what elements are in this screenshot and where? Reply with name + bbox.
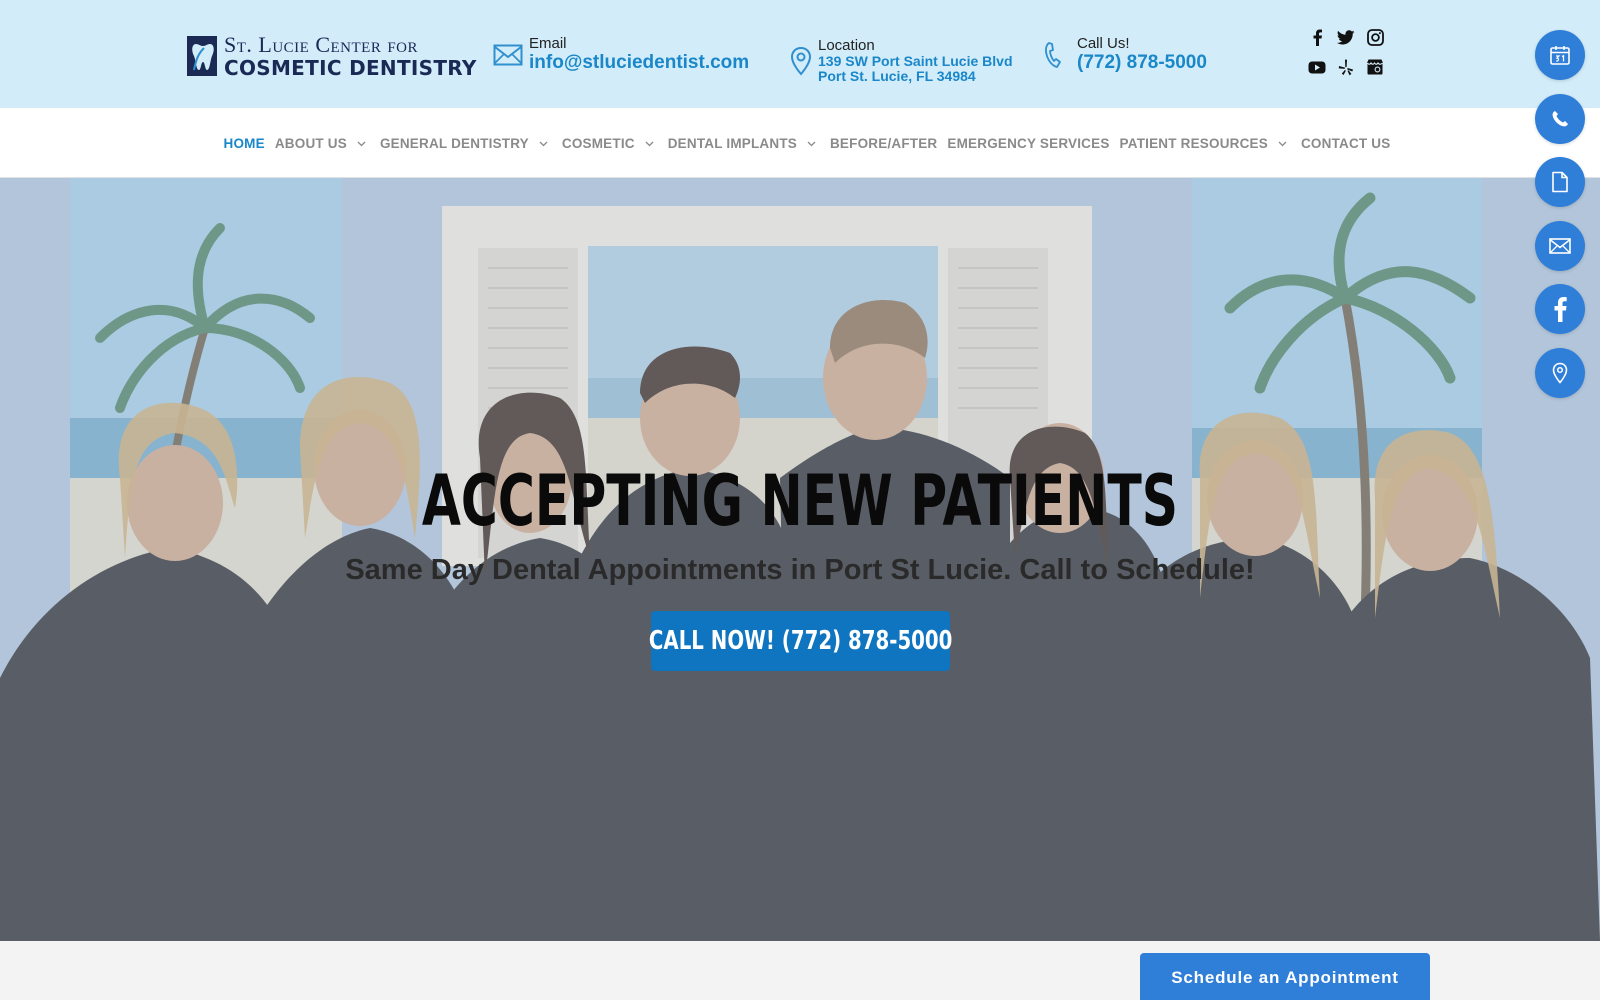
nav-home-label: HOME (223, 135, 265, 151)
envelope-icon (493, 44, 523, 65)
nav-contact-us[interactable]: CONTACT US (1296, 136, 1396, 151)
nav-general-dentistry[interactable]: GENERAL DENTISTRY (375, 136, 557, 151)
nav-patient-resources[interactable]: PATIENT RESOURCES (1115, 136, 1296, 151)
phone-icon (1552, 110, 1568, 126)
directions-button[interactable] (1535, 347, 1585, 398)
chevron-down-icon (539, 141, 548, 146)
location-pin-icon (790, 46, 812, 75)
nav-about-us[interactable]: ABOUT US (270, 136, 375, 151)
hero-title: ACCEPTING NEW PATIENTS (421, 460, 1179, 542)
nav-general-dentistry-label: GENERAL DENTISTRY (379, 135, 529, 151)
email-label: Email (529, 35, 567, 52)
chevron-down-icon (357, 141, 366, 146)
nav-emergency-services-label: EMERGENCY SERVICES (947, 135, 1110, 151)
nav-before-after[interactable]: BEFORE/AFTER (825, 136, 942, 151)
facebook-icon[interactable] (1308, 28, 1326, 46)
hero-subtitle: Same Day Dental Appointments in Port St … (345, 554, 1255, 586)
facebook-button[interactable] (1535, 284, 1585, 334)
youtube-icon[interactable] (1308, 58, 1326, 76)
top-bar: St. Lucie Center for Cosmetic Dentistry … (0, 0, 1600, 108)
nav-dental-implants[interactable]: DENTAL IMPLANTS (663, 136, 825, 151)
hero-section: ACCEPTING NEW PATIENTS Same Day Dental A… (0, 178, 1600, 941)
twitter-icon[interactable] (1337, 28, 1355, 46)
call-now-button[interactable]: CALL NOW! (772) 878-5000 (648, 611, 953, 671)
nav-emergency-services[interactable]: EMERGENCY SERVICES (942, 136, 1114, 151)
call-button[interactable] (1535, 93, 1585, 144)
location-contact[interactable]: Location 139 SW Port Saint Lucie Blvd Po… (790, 37, 1013, 84)
calendar-icon (1550, 46, 1570, 65)
nav-patient-resources-label: PATIENT RESOURCES (1119, 135, 1268, 151)
chevron-down-icon (645, 141, 654, 146)
nav-home[interactable]: HOME (219, 136, 270, 151)
instagram-icon[interactable] (1366, 28, 1384, 46)
yelp-icon[interactable] (1337, 58, 1355, 76)
mail-icon (1549, 237, 1571, 254)
facebook-icon (1554, 297, 1567, 322)
main-nav: HOME ABOUT US GENERAL DENTISTRY COSMETIC… (0, 108, 1600, 178)
social-links (1308, 28, 1388, 76)
call-label: Call Us! (1077, 35, 1130, 52)
google-my-business-icon[interactable] (1366, 58, 1384, 76)
call-now-label: CALL NOW! (772) 878-5000 (648, 626, 953, 656)
address-line-2[interactable]: Port St. Lucie, FL 34984 (818, 69, 1013, 84)
schedule-appointment-button[interactable]: Schedule an Appointment (1140, 953, 1430, 1000)
tooth-logo-icon (187, 36, 217, 76)
logo-line-1: St. Lucie Center for (224, 32, 419, 57)
email-contact[interactable]: Email info@stluciedentist.com (493, 35, 749, 74)
phone-contact[interactable]: Call Us! (772) 878-5000 (1043, 35, 1207, 74)
schedule-appointment-label: Schedule an Appointment (1171, 968, 1399, 987)
location-pin-icon (1552, 362, 1568, 384)
nav-cosmetic-label: COSMETIC (561, 135, 635, 151)
document-icon (1552, 171, 1568, 193)
site-logo[interactable]: St. Lucie Center for Cosmetic Dentistry (186, 33, 478, 79)
location-label: Location (818, 37, 875, 54)
phone-icon (1045, 41, 1061, 68)
nav-about-us-label: ABOUT US (274, 135, 347, 151)
phone-link[interactable]: (772) 878-5000 (1077, 52, 1207, 74)
nav-dental-implants-label: DENTAL IMPLANTS (667, 135, 797, 151)
nav-before-after-label: BEFORE/AFTER (829, 135, 938, 151)
calendar-button[interactable] (1535, 30, 1585, 80)
logo-line-2: Cosmetic Dentistry (224, 56, 477, 80)
address-line-1[interactable]: 139 SW Port Saint Lucie Blvd (818, 54, 1013, 69)
forms-button[interactable] (1535, 157, 1585, 207)
chevron-down-icon (807, 141, 816, 146)
nav-cosmetic[interactable]: COSMETIC (557, 136, 663, 151)
email-button[interactable] (1535, 220, 1585, 271)
chevron-down-icon (1278, 141, 1287, 146)
nav-contact-us-label: CONTACT US (1300, 135, 1391, 151)
floating-actions (1535, 30, 1600, 411)
email-link[interactable]: info@stluciedentist.com (529, 52, 749, 74)
